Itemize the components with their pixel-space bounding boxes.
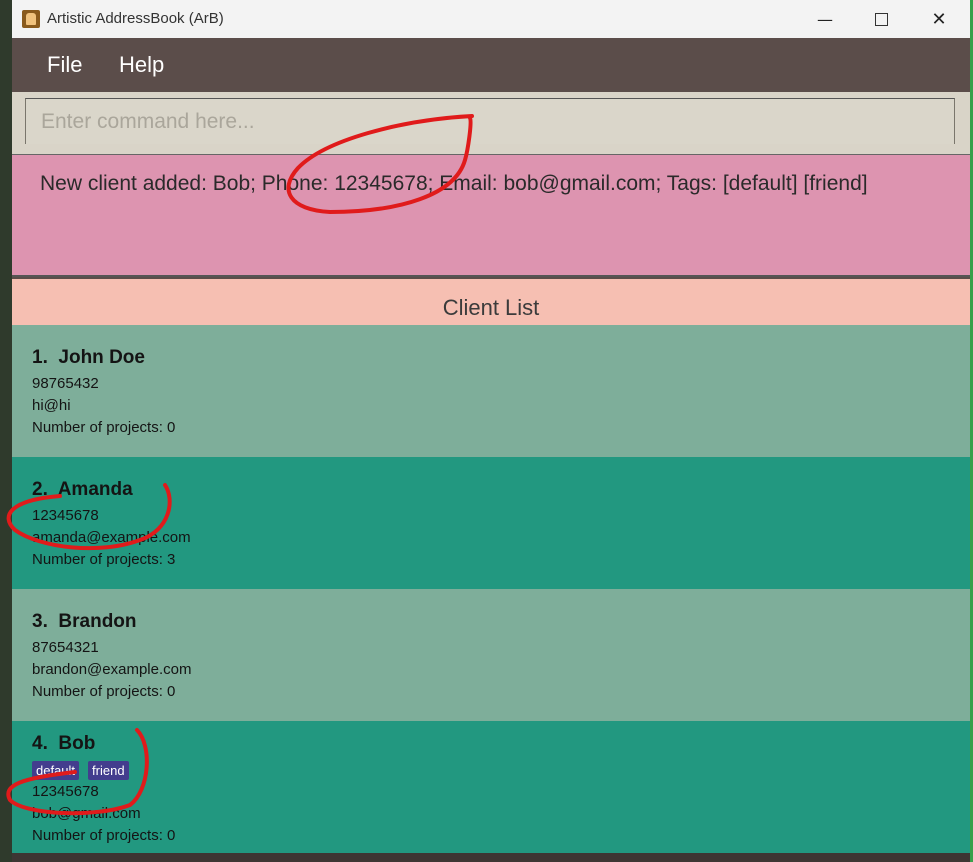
client-list-title: Client List: [442, 295, 540, 320]
close-button[interactable]: ✕: [916, 4, 962, 34]
client-email: hi@hi: [32, 397, 71, 414]
client-card[interactable]: 3. Brandon 87654321 brandon@example.com …: [12, 589, 970, 721]
close-icon: ✕: [931, 8, 947, 30]
client-email: bob@gmail.com: [32, 805, 141, 822]
client-projects: Number of projects: 3: [32, 551, 176, 568]
client-name: 3. Brandon: [32, 611, 137, 632]
command-box: [12, 92, 970, 154]
app-window: Artistic AddressBook (ArB) — ✕ File Help…: [12, 0, 970, 862]
client-phone: 12345678: [32, 783, 99, 800]
client-phone: 98765432: [32, 375, 99, 392]
title-bar: Artistic AddressBook (ArB) — ✕: [12, 0, 970, 38]
client-card[interactable]: 2. Amanda 12345678 amanda@example.com Nu…: [12, 457, 970, 589]
result-display: New client added: Bob; Phone: 12345678; …: [12, 154, 970, 277]
client-email: brandon@example.com: [32, 661, 192, 678]
client-projects: Number of projects: 0: [32, 419, 176, 436]
client-name: 2. Amanda: [32, 479, 133, 500]
result-message: New client added: Bob; Phone: 12345678; …: [40, 172, 868, 195]
client-card[interactable]: 1. John Doe 98765432 hi@hi Number of pro…: [12, 325, 970, 457]
minimize-icon: —: [817, 9, 833, 29]
window-title: Artistic AddressBook (ArB): [47, 10, 224, 27]
client-email: amanda@example.com: [32, 529, 191, 546]
tag-badge: friend: [88, 761, 129, 780]
client-phone: 12345678: [32, 507, 99, 524]
minimize-button[interactable]: —: [802, 4, 848, 34]
maximize-button[interactable]: [858, 4, 904, 34]
client-projects: Number of projects: 0: [32, 683, 176, 700]
client-name: 1. John Doe: [32, 347, 145, 368]
menu-bar: File Help: [12, 38, 970, 92]
client-list-header: Client List: [12, 279, 970, 325]
client-tags: default friend: [32, 761, 129, 780]
address-book-icon: [22, 10, 40, 28]
tag-badge: default: [32, 761, 80, 780]
client-name: 4. Bob: [32, 733, 96, 754]
menu-help[interactable]: Help: [119, 52, 164, 78]
client-card[interactable]: 4. Bob default friend 12345678 bob@gmail…: [12, 721, 970, 853]
maximize-icon: [874, 12, 888, 26]
menu-file[interactable]: File: [47, 52, 82, 78]
client-phone: 87654321: [32, 639, 99, 656]
command-input[interactable]: [25, 98, 955, 144]
client-projects: Number of projects: 0: [32, 827, 176, 844]
window-bottom-edge: [12, 853, 970, 862]
